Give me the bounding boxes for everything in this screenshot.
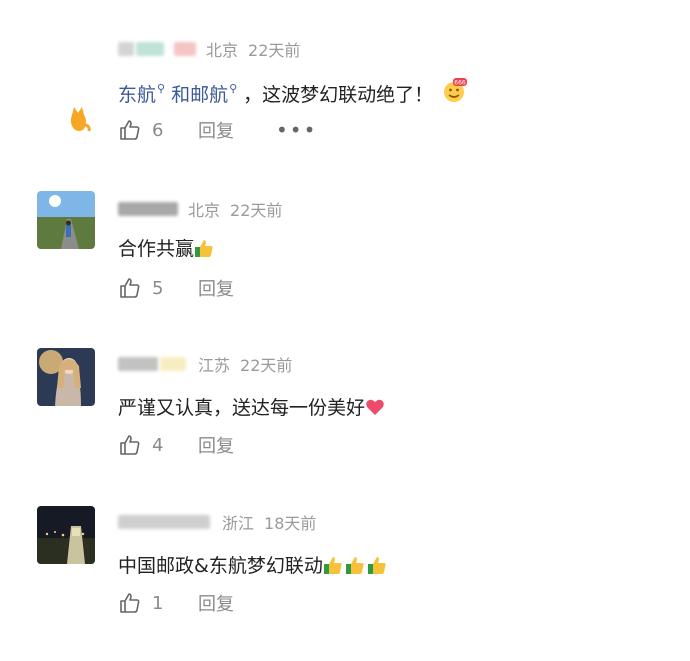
comment-text-body: ，这波梦幻联动绝了！ xyxy=(243,84,434,106)
reply-button[interactable]: 回复 xyxy=(198,432,276,458)
thumbs-up-emoji-icon xyxy=(195,239,213,257)
location-label: 北京 xyxy=(206,41,239,60)
search-mag-icon: ⚲ xyxy=(157,82,166,95)
thumbs-up-emoji-icon xyxy=(345,556,364,574)
search-mag-icon: ⚲ xyxy=(229,82,238,95)
comment-text-body: 合作共赢 xyxy=(118,238,195,260)
more-options-button[interactable]: ••• xyxy=(276,118,317,142)
reply-button[interactable]: 回复 xyxy=(198,117,276,143)
timestamp: 22天前 xyxy=(240,356,293,375)
topic-link-donghang[interactable]: 东航 xyxy=(118,80,156,107)
location-label: 江苏 xyxy=(198,356,231,375)
comment-text: 严谨又认真，送达每一份美好 xyxy=(118,393,385,420)
avatar[interactable] xyxy=(37,191,95,249)
thumbs-up-emoji-icon xyxy=(323,556,342,574)
location-label: 浙江 xyxy=(222,514,255,533)
username-blurred[interactable] xyxy=(118,40,198,58)
666-emoji-icon: 666 xyxy=(441,78,468,109)
comment-meta: 江苏 22天前 xyxy=(118,353,292,375)
like-count: 4 xyxy=(152,434,164,456)
comment-text: 中国邮政&东航梦幻联动 xyxy=(118,551,387,578)
comment-text-body: 严谨又认真，送达每一份美好 xyxy=(118,397,366,419)
comment-item: 江苏 22天前 严谨又认真，送达每一份美好 4 回复 xyxy=(0,348,690,503)
svg-text:666: 666 xyxy=(454,80,466,87)
reply-button[interactable]: 回复 xyxy=(198,590,276,616)
avatar[interactable] xyxy=(37,506,95,564)
timestamp: 22天前 xyxy=(230,201,283,220)
comment-item: 浙江 18天前 中国邮政&东航梦幻联动 1 回复 xyxy=(0,506,690,661)
location-label: 北京 xyxy=(188,201,221,220)
comment-actions: 6 回复 ••• xyxy=(118,116,317,144)
username-blurred[interactable] xyxy=(118,355,190,373)
comment-actions: 4 回复 xyxy=(118,431,276,459)
comment-meta: 北京 22天前 xyxy=(118,198,282,220)
like-count: 6 xyxy=(152,119,164,141)
thumbs-up-icon xyxy=(120,435,140,455)
comment-text-body: 中国邮政&东航梦幻联动 xyxy=(118,555,323,577)
like-button[interactable]: 5 xyxy=(118,276,198,300)
avatar[interactable] xyxy=(37,348,95,406)
comment-actions: 5 回复 xyxy=(118,274,276,302)
heart-emoji-icon xyxy=(366,399,384,415)
comment-item: 北京 22天前 东航 ⚲ 和邮航 ⚲ ，这波梦幻联动绝了！ 666 6 回复 • xyxy=(0,38,690,188)
comment-meta: 北京 22天前 xyxy=(118,38,300,60)
comment-meta: 浙江 18天前 xyxy=(118,511,316,533)
like-button[interactable]: 6 xyxy=(118,118,198,142)
like-button[interactable]: 4 xyxy=(118,433,198,457)
like-count: 5 xyxy=(152,277,164,299)
like-button[interactable]: 1 xyxy=(118,591,198,615)
comment-text: 东航 ⚲ 和邮航 ⚲ ，这波梦幻联动绝了！ 666 xyxy=(118,78,468,109)
timestamp: 22天前 xyxy=(248,41,301,60)
username-blurred[interactable] xyxy=(118,513,214,531)
thumbs-up-emoji-icon xyxy=(367,556,386,574)
avatar[interactable] xyxy=(66,103,92,133)
thumbs-up-icon xyxy=(120,593,140,613)
timestamp: 18天前 xyxy=(264,514,317,533)
comment-actions: 1 回复 xyxy=(118,589,276,617)
like-count: 1 xyxy=(152,592,164,614)
comment-item: 北京 22天前 合作共赢 5 回复 xyxy=(0,191,690,346)
topic-link-youhang[interactable]: 和邮航 xyxy=(171,80,228,107)
thumbs-up-icon xyxy=(120,120,140,140)
thumbs-up-icon xyxy=(120,278,140,298)
comment-text: 合作共赢 xyxy=(118,234,214,261)
reply-button[interactable]: 回复 xyxy=(198,275,276,301)
username-blurred[interactable] xyxy=(118,200,180,218)
